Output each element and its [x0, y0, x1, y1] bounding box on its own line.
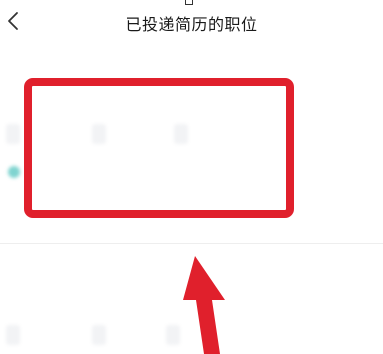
- divider: [0, 243, 383, 244]
- avatar: [8, 166, 20, 178]
- status-notch: [185, 0, 193, 5]
- job-tag: [6, 124, 20, 144]
- annotation-highlight-box: [24, 78, 294, 218]
- page-title: 已投递简历的职位: [125, 15, 258, 34]
- top-bar: 已投递简历的职位: [0, 0, 383, 44]
- job-tag: [6, 325, 20, 345]
- job-tag: [166, 325, 180, 345]
- job-card[interactable]: [0, 255, 383, 354]
- job-tag: [92, 325, 106, 345]
